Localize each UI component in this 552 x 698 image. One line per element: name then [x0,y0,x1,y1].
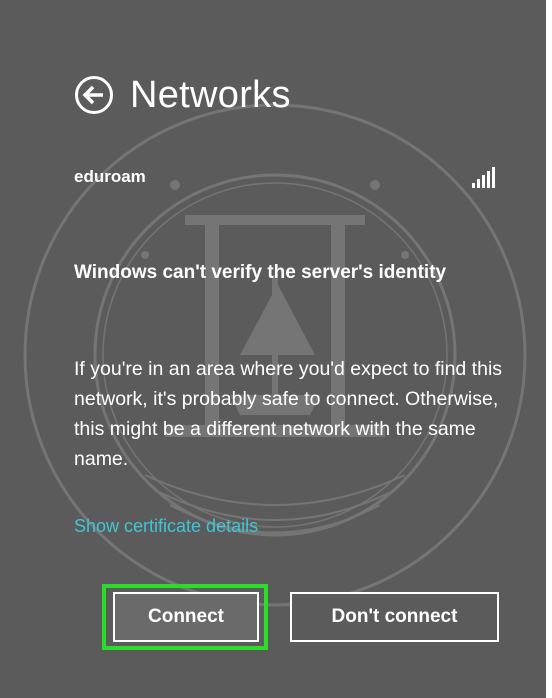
wifi-signal-bars-icon [472,167,495,188]
error-heading: Windows can't verify the server's identi… [74,262,447,283]
network-name: eduroam [74,167,146,186]
flyout-header: Networks [74,70,291,120]
window-edge [546,0,552,698]
error-message: If you're in an area where you'd expect … [74,358,503,470]
show-certificate-details-link[interactable]: Show certificate details [74,516,258,537]
back-arrow-circle-icon[interactable] [74,75,114,115]
page-title: Networks [130,74,291,116]
connect-button[interactable]: Connect [113,592,259,642]
dont-connect-button[interactable]: Don't connect [290,592,499,642]
network-list-item[interactable]: eduroam [74,163,499,191]
network-flyout-panel: Networks eduroam Windows can't verify th… [0,0,546,698]
